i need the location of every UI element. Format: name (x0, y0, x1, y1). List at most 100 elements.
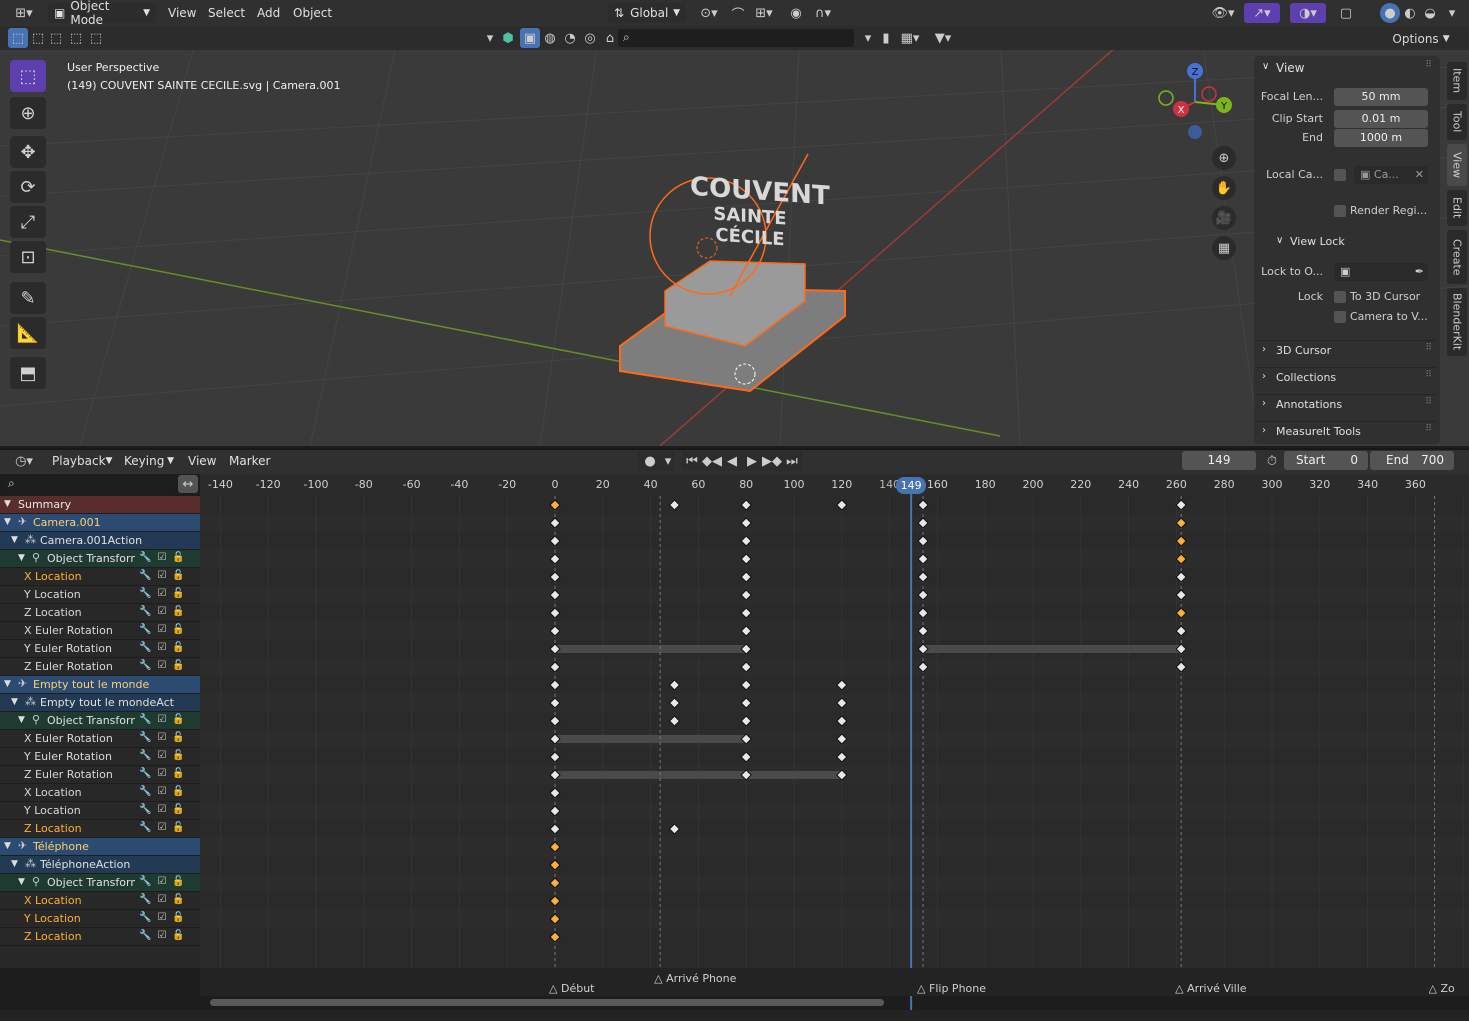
overlay-toggle-icon[interactable]: ◑▾ (1290, 3, 1326, 23)
checkbox-icon[interactable]: ☑ (157, 930, 166, 941)
select-intersect-icon[interactable]: ⬚ (86, 28, 106, 48)
expand-triangle-icon[interactable]: ▼ (18, 715, 25, 725)
annotations-section-header[interactable]: › Annotations ⠿ (1256, 394, 1436, 418)
wrench-icon[interactable]: 🔧 (139, 876, 151, 887)
drag-handle-icon[interactable]: ⠿ (1425, 60, 1432, 70)
falloff-icon[interactable]: ∩▾ (808, 3, 838, 23)
shading-material-icon[interactable]: ◐ (1400, 3, 1420, 23)
collections-section-header[interactable]: › Collections ⠿ (1256, 367, 1436, 391)
expand-triangle-icon[interactable]: ▼ (4, 517, 11, 527)
rotate-tool-icon[interactable]: ⟳ (10, 171, 46, 203)
wrench-icon[interactable]: 🔧 (139, 930, 151, 941)
channel-row[interactable]: X Location 🔧 ☑ 🔓 (0, 784, 200, 802)
lock-icon[interactable]: 🔓 (172, 894, 184, 905)
proportional-edit-icon[interactable]: ◉ (786, 3, 806, 23)
wrench-icon[interactable]: 🔧 (139, 660, 151, 671)
checkbox-icon[interactable]: ☑ (157, 606, 166, 617)
channel-row[interactable]: ▼ ✈ Empty tout le monde (0, 676, 200, 694)
expand-triangle-icon[interactable]: ▼ (11, 859, 18, 869)
scale-tool-icon[interactable]: ⤢ (10, 206, 46, 238)
checkbox-icon[interactable]: ☑ (157, 750, 166, 761)
channel-row[interactable]: Y Euler Rotation 🔧 ☑ 🔓 (0, 640, 200, 658)
channel-row[interactable]: ▼ Summary (0, 496, 200, 514)
checkbox-icon[interactable]: ☑ (157, 876, 166, 887)
channel-row[interactable]: ▼ ✈ Camera.001 (0, 514, 200, 532)
layout-icon[interactable]: ▦▾ (896, 28, 924, 48)
checkbox-icon[interactable]: ☑ (157, 588, 166, 599)
horizontal-scrollbar[interactable] (210, 999, 884, 1006)
wrench-icon[interactable]: 🔧 (139, 624, 151, 635)
chevron-down-icon[interactable]: ▾ (662, 451, 674, 471)
pan-hand-icon[interactable]: ✋ (1212, 176, 1236, 200)
snap-icon[interactable]: ⌒ (728, 3, 748, 23)
filter-scene-icon[interactable]: ⌂ (600, 28, 620, 48)
view-section-header[interactable]: ∨ View ⠿ (1256, 58, 1436, 82)
current-frame-field[interactable]: 149 (1182, 451, 1256, 470)
channel-search-input[interactable]: ⌕ (4, 476, 176, 493)
select-subtract-icon[interactable]: ⬚ (46, 28, 66, 48)
jump-end-icon[interactable]: ⏭ (782, 451, 802, 471)
camera-to-view-checkbox[interactable] (1334, 311, 1346, 323)
stopwatch-icon[interactable]: ⏱ (1262, 451, 1282, 471)
timeline-marker[interactable]: △ Début (549, 982, 594, 995)
channel-row[interactable]: Z Location 🔧 ☑ 🔓 (0, 820, 200, 838)
transform-tool-icon[interactable]: ⊡ (10, 241, 46, 273)
checkbox-icon[interactable]: ☑ (157, 822, 166, 833)
tab-blenderkit[interactable]: BlenderKit (1447, 288, 1467, 356)
navigation-gizmo[interactable]: Z Y X (1155, 62, 1235, 142)
eyedropper-icon[interactable]: ✒ (1415, 263, 1424, 281)
wrench-icon[interactable]: 🔧 (139, 750, 151, 761)
expand-triangle-icon[interactable]: ▼ (4, 679, 11, 689)
wrench-icon[interactable]: 🔧 (139, 570, 151, 581)
expand-triangle-icon[interactable]: ▼ (11, 535, 18, 545)
bookmark-icon[interactable]: ▮ (876, 28, 896, 48)
wrench-icon[interactable]: 🔧 (139, 894, 151, 905)
mode-dropdown[interactable]: ▣ Object Mode ▼ (48, 0, 156, 27)
snap-target-icon[interactable]: ⊞▾ (750, 3, 778, 23)
expand-triangle-icon[interactable]: ▼ (4, 499, 11, 509)
annotate-tool-icon[interactable]: ✎ (10, 282, 46, 314)
wrench-icon[interactable]: 🔧 (139, 822, 151, 833)
lock-icon[interactable]: 🔓 (172, 750, 184, 761)
drag-handle-icon[interactable]: ⠿ (1425, 424, 1432, 434)
xray-icon[interactable]: ▢ (1336, 3, 1356, 23)
play-icon[interactable]: ▶ (742, 451, 762, 471)
move-tool-icon[interactable]: ✥ (10, 136, 46, 168)
swap-arrows-icon[interactable]: ↔ (178, 475, 198, 493)
lock-icon[interactable]: 🔓 (172, 930, 184, 941)
tab-edit[interactable]: Edit (1447, 190, 1467, 226)
tab-tool[interactable]: Tool (1447, 104, 1467, 140)
channel-row[interactable]: Y Location 🔧 ☑ 🔓 (0, 586, 200, 604)
timeline-marker[interactable]: △ Flip Phone (917, 982, 986, 995)
close-icon[interactable]: ✕ (1415, 166, 1424, 184)
channel-row[interactable]: Y Euler Rotation 🔧 ☑ 🔓 (0, 748, 200, 766)
lock-icon[interactable]: 🔓 (172, 714, 184, 725)
render-region-checkbox[interactable] (1334, 205, 1346, 217)
timeline-marker[interactable]: △ Arrivé Phone (654, 972, 736, 985)
wrench-icon[interactable]: 🔧 (139, 642, 151, 653)
checkbox-icon[interactable]: ☑ (157, 804, 166, 815)
lock-icon[interactable]: 🔓 (172, 804, 184, 815)
menu-select[interactable]: Select (208, 6, 245, 20)
checkbox-icon[interactable]: ☑ (157, 570, 166, 581)
wrench-icon[interactable]: 🔧 (139, 912, 151, 923)
camera-view-icon[interactable]: 🎥 (1212, 206, 1236, 230)
view-lock-section-header[interactable]: ∨ View Lock (1256, 234, 1436, 258)
timeline-editor-type-icon[interactable]: ◷▾ (8, 451, 40, 471)
checkbox-icon[interactable]: ☑ (157, 732, 166, 743)
chevron-down-icon[interactable]: ▾ (858, 28, 878, 48)
lock-icon[interactable]: 🔓 (172, 552, 184, 563)
filter-material-icon[interactable]: ◍ (540, 28, 560, 48)
end-frame-field[interactable]: End 700 (1370, 451, 1454, 470)
channel-row[interactable]: ▼ ✈ Téléphone (0, 838, 200, 856)
tab-item[interactable]: Item (1447, 62, 1467, 100)
select-box-icon[interactable]: ⬚ (8, 28, 28, 48)
channel-row[interactable]: Z Location 🔧 ☑ 🔓 (0, 604, 200, 622)
lock-icon[interactable]: 🔓 (172, 624, 184, 635)
channel-row[interactable]: X Location 🔧 ☑ 🔓 (0, 568, 200, 586)
visibility-icon[interactable]: 👁▾ (1208, 3, 1238, 23)
start-frame-field[interactable]: Start 0 (1284, 451, 1368, 470)
local-camera-checkbox[interactable] (1334, 169, 1346, 181)
gizmo-toggle-icon[interactable]: ↗▾ (1244, 3, 1280, 23)
drag-handle-icon[interactable]: ⠿ (1425, 370, 1432, 380)
